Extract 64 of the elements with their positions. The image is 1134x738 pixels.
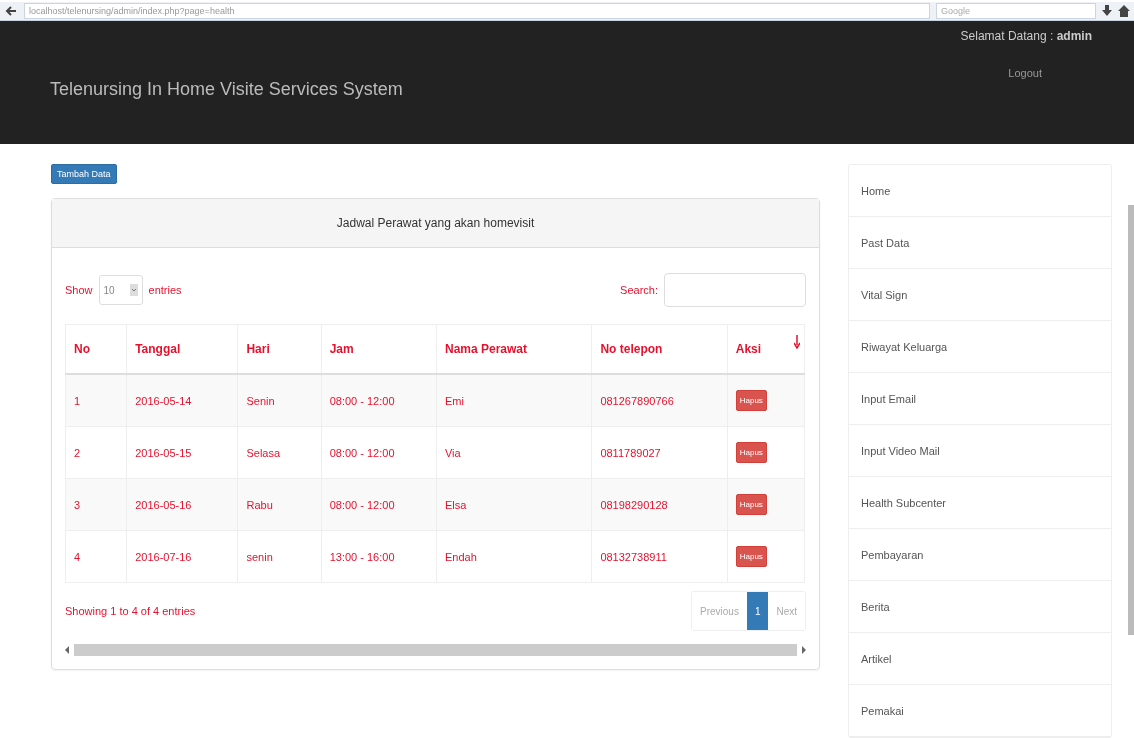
- sidebar-item[interactable]: Riwayat Keluarga: [849, 321, 1111, 373]
- table-cell: 4: [65, 530, 127, 583]
- table-cell: 2: [65, 426, 127, 479]
- sidebar-item[interactable]: Pembayaran: [849, 529, 1111, 581]
- table-cell: 0811789027: [591, 426, 728, 479]
- sidebar-item[interactable]: Input Video Mail: [849, 425, 1111, 477]
- scroll-left-icon[interactable]: [65, 646, 70, 654]
- home-icon[interactable]: [1118, 4, 1130, 17]
- table-cell: 13:00 - 16:00: [321, 530, 437, 583]
- table-cell: 08132738911: [591, 530, 728, 583]
- table-cell: 08198290128: [591, 478, 728, 531]
- url-text: localhost/telenursing/admin/index.php?page=health: [29, 5, 235, 16]
- table-cell: Selasa: [237, 426, 322, 479]
- scroll-right-icon[interactable]: [801, 646, 806, 654]
- table-cell: 3: [65, 478, 127, 531]
- delete-button[interactable]: Hapus: [735, 494, 767, 515]
- table-cell: Via: [436, 426, 592, 479]
- table-cell: 08:00 - 12:00: [321, 374, 437, 427]
- scrollbar-thumb[interactable]: [74, 644, 797, 656]
- panel-title: Jadwal Perawat yang akan homevisit: [52, 199, 819, 248]
- table-cell: 08:00 - 12:00: [321, 478, 437, 531]
- entries-label: entries: [148, 284, 182, 296]
- table-cell: 08:00 - 12:00: [321, 426, 437, 479]
- greeting-text: Selamat Datang : admin: [960, 28, 1092, 43]
- table-cell: 2016-07-16: [126, 530, 238, 583]
- delete-button[interactable]: Hapus: [735, 442, 767, 463]
- dropdown-icon: [129, 284, 138, 296]
- address-bar[interactable]: localhost/telenursing/admin/index.php?page=health: [24, 2, 930, 19]
- sidebar-item[interactable]: Health Subcenter: [849, 477, 1111, 529]
- sidebar-item[interactable]: Past Data: [849, 217, 1111, 269]
- browser-search-field[interactable]: Google: [936, 2, 1096, 19]
- logout-link[interactable]: Logout: [1008, 66, 1042, 79]
- delete-button[interactable]: Hapus: [735, 546, 767, 567]
- table-cell: Emi: [436, 374, 592, 427]
- table-cell: 1: [65, 374, 127, 427]
- sidebar-item[interactable]: Input Email: [849, 373, 1111, 425]
- pagination-button[interactable]: 1: [746, 592, 769, 630]
- table-cell: 081267890766: [591, 374, 728, 427]
- table-cell: 2016-05-16: [126, 478, 238, 531]
- sort-icon: [794, 335, 800, 349]
- table-cell: Endah: [436, 530, 592, 583]
- table-cell: Senin: [237, 374, 322, 427]
- table-cell: senin: [237, 530, 322, 583]
- table-info: Showing 1 to 4 of 4 entries: [65, 605, 196, 617]
- table-cell: 2016-05-15: [126, 426, 238, 479]
- add-data-button[interactable]: Tambah Data: [51, 164, 117, 184]
- sidebar-item[interactable]: Berita: [849, 581, 1111, 633]
- entries-select[interactable]: 10: [98, 275, 143, 305]
- delete-button[interactable]: Hapus: [735, 390, 767, 411]
- page-scrollbar-thumb[interactable]: [1128, 205, 1134, 635]
- table-cell: Rabu: [237, 478, 322, 531]
- search-placeholder: Google: [941, 5, 971, 16]
- search-label: Search:: [620, 284, 658, 296]
- search-field[interactable]: [664, 273, 806, 307]
- show-label: Show: [65, 284, 93, 296]
- sidebar-item[interactable]: Home: [849, 165, 1111, 217]
- download-icon[interactable]: [1102, 4, 1112, 17]
- sidebar-item[interactable]: Vital Sign: [849, 269, 1111, 321]
- table-cell: 2016-05-14: [126, 374, 238, 427]
- brand-title: Telenursing In Home Visite Services System: [50, 78, 403, 101]
- sidebar-item[interactable]: Pemakai: [849, 685, 1111, 737]
- sidebar-item[interactable]: Artikel: [849, 633, 1111, 685]
- table-cell: Elsa: [436, 478, 592, 531]
- back-icon[interactable]: [4, 3, 18, 18]
